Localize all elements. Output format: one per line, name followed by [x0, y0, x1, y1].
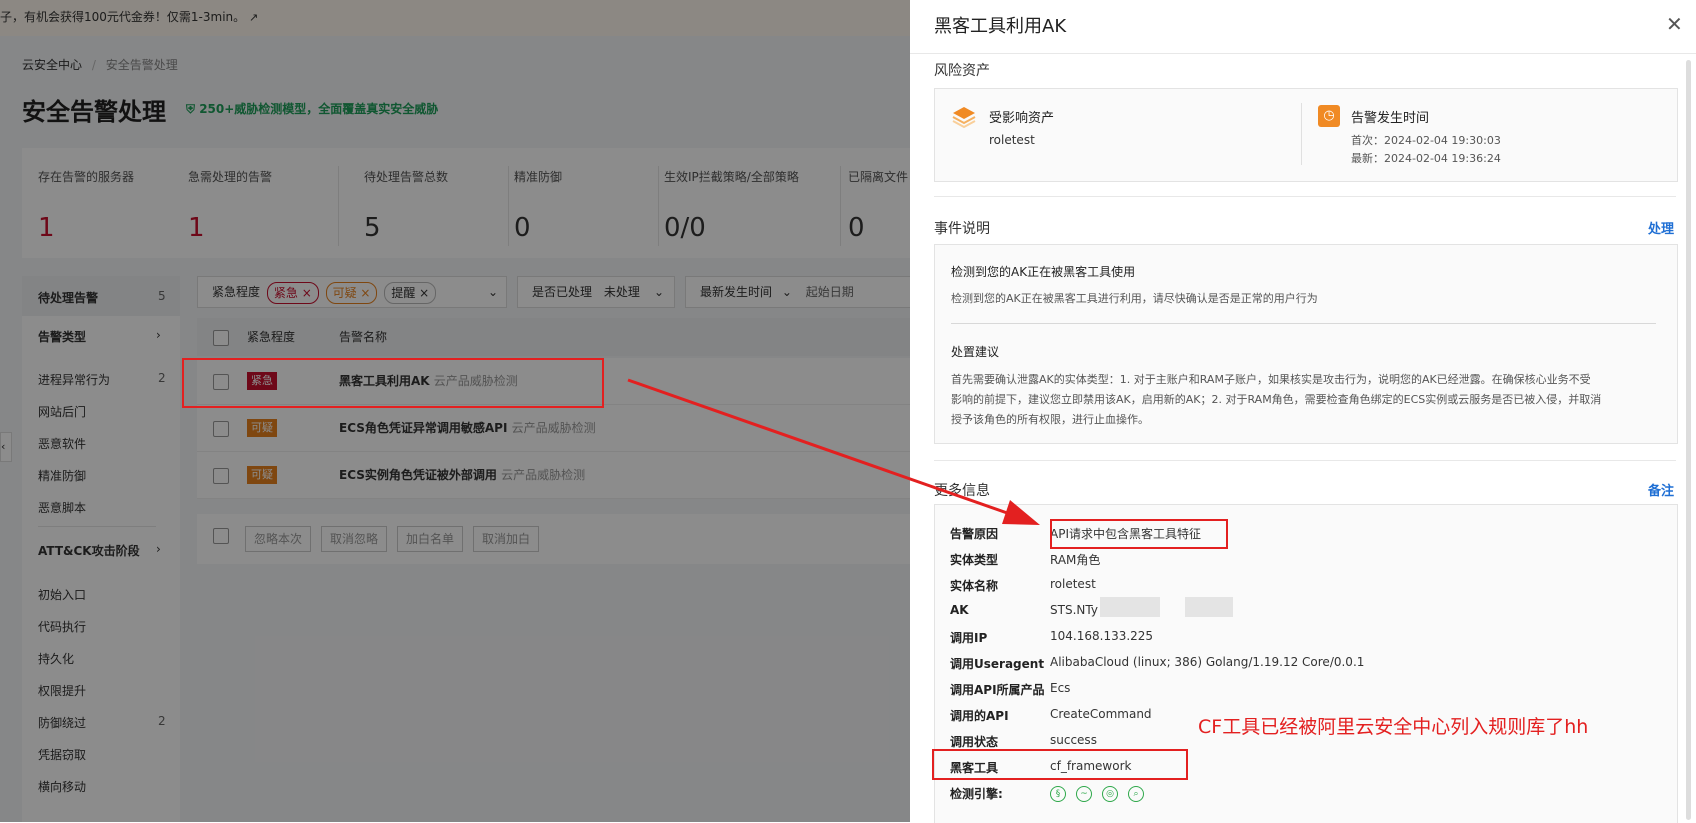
annotation-text: CF工具已经被阿里云安全中心列入规则库了hh [1198, 716, 1589, 738]
annotation-arrow [627, 378, 1040, 525]
